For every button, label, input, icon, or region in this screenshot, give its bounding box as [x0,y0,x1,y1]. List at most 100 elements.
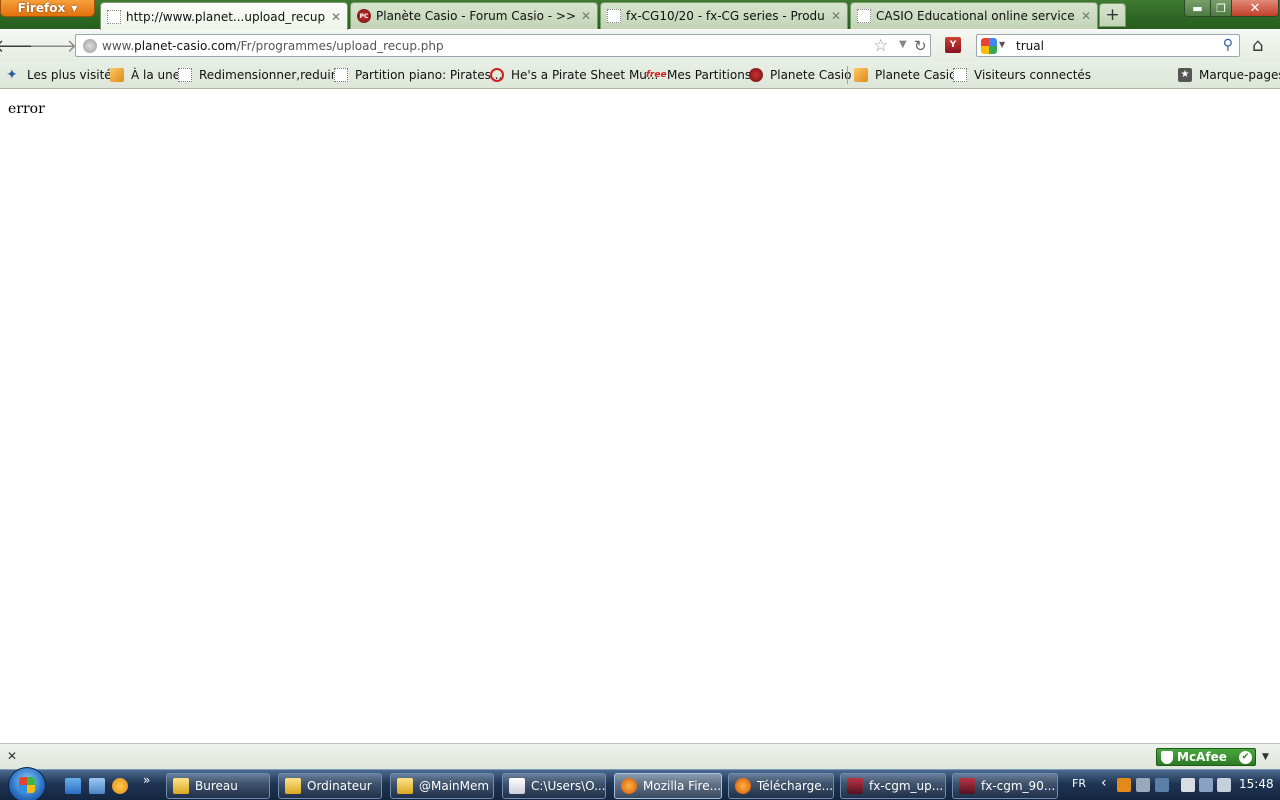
video-icon [847,778,863,794]
taskbar-label: Télécharge... [757,779,834,793]
bookmark-mes-partitions[interactable]: free Mes Partitions [646,67,751,83]
network-icon[interactable] [1199,778,1213,792]
chevron-down-icon[interactable]: ▼ [1262,752,1269,762]
bookmark-partition-piano[interactable]: Partition piano: Pirates... [334,67,502,83]
close-tab-icon[interactable]: ✕ [1081,9,1091,23]
tray-app-icon[interactable] [1136,778,1150,792]
media-player-icon[interactable] [112,778,128,794]
search-input[interactable]: trual [1016,39,1044,53]
forward-button[interactable]: 🡒 [29,35,77,57]
close-tab-icon[interactable]: ✕ [581,9,591,23]
blank-page-icon [953,68,967,82]
home-icon[interactable]: ⌂ [1252,35,1263,56]
taskbar-item-fx-cgm-90[interactable]: fx-cgm_90... [952,773,1058,799]
bookmark-label: He's a Pirate Sheet Mu... [511,68,659,82]
close-window-button[interactable]: ✕ [1231,0,1279,17]
addon-toolbar-icon[interactable]: Y [945,37,961,53]
url-bar[interactable]: www.planet-casio.com/Fr/programmes/uploa… [75,34,931,57]
url-text[interactable]: www.planet-casio.com/Fr/programmes/uploa… [102,39,444,53]
new-tab-button[interactable]: + [1099,3,1126,27]
back-button[interactable]: 🡐 [0,35,42,57]
url-host: planet-casio.com [134,39,237,53]
tab-label: fx-CG10/20 - fx-CG series - Products -..… [626,9,825,23]
volume-icon[interactable] [1217,778,1231,792]
bookmarks-menu-button[interactable]: ★ Marque-pages [1178,67,1280,83]
reload-icon[interactable]: ↻ [914,37,927,55]
close-tab-icon[interactable]: ✕ [831,9,841,23]
planete-casio-icon [749,68,763,82]
close-addon-bar-icon[interactable]: ✕ [7,749,17,763]
bookmark-label: À la une [131,68,181,82]
engine-dropdown-icon[interactable]: ▼ [999,40,1005,49]
rss-icon [854,68,868,82]
tab-fx-cg-products[interactable]: fx-CG10/20 - fx-CG series - Products -..… [600,2,848,29]
start-button[interactable] [8,767,46,800]
tray-app-icon[interactable] [1117,778,1131,792]
quick-launch-more-icon[interactable]: » [143,773,150,787]
google-engine-icon[interactable] [981,38,997,54]
bookmark-planete-casio-feed[interactable]: Planete Casio [854,67,956,83]
bookmark-visiteurs-connectes[interactable]: Visiteurs connectés [953,67,1091,83]
bookmark-redimensionner[interactable]: Redimensionner,reduir... [178,67,346,83]
taskbar-item-cmd-path[interactable]: C:\Users\O... [502,773,606,799]
close-tab-icon[interactable]: ✕ [331,10,341,24]
tab-planete-casio-forum[interactable]: PC Planète Casio - Forum Casio - >>> C..… [350,2,598,29]
taskbar-item-mainmem[interactable]: @MainMem [390,773,494,799]
mcafee-label: McAfee [1177,750,1227,764]
bookmark-a-la-une[interactable]: À la une [110,67,180,83]
taskbar-item-fx-cgm-up[interactable]: fx-cgm_up... [840,773,946,799]
input-language-indicator[interactable]: FR [1072,777,1086,790]
search-icon[interactable]: ⚲ [1223,37,1233,53]
windows-taskbar: » Bureau Ordinateur @MainMem C:\Users\O.… [0,767,1280,800]
taskbar-label: Mozilla Fire... [643,779,722,793]
tab-label: Planète Casio - Forum Casio - >>> C... [376,9,575,23]
power-icon[interactable] [1181,778,1195,792]
firefox-menu-button[interactable]: Firefox ▼ [0,0,95,17]
taskbar-label: C:\Users\O... [531,779,606,793]
shield-icon [1161,750,1173,764]
restore-button[interactable]: ❐ [1210,0,1232,17]
bookmark-pirate-sheet[interactable]: He's a Pirate Sheet Mu... [490,67,658,83]
firefox-icon [621,778,637,794]
tray-app-icon[interactable] [1155,778,1169,792]
bookmarks-toolbar: ✦ Les plus visités À la une Redimensionn… [0,61,1280,89]
mcafee-button[interactable]: McAfee ✔ [1156,748,1256,766]
bookmark-label: Planete Casio [770,68,852,82]
rss-icon [110,68,124,82]
bookmark-separator [847,66,848,84]
bookmark-star-icon[interactable]: ☆ [873,36,888,56]
search-bar[interactable]: ▼ trual ⚲ [976,34,1240,57]
bookmark-most-visited[interactable]: ✦ Les plus visités [6,67,118,83]
tab-casio-educational[interactable]: CASIO Educational online service 30 ... … [850,2,1098,29]
restore-icon: ❐ [1216,1,1226,15]
taskbar-item-mozilla-firefox[interactable]: Mozilla Fire... [614,773,722,799]
blank-page-icon [607,9,621,23]
taskbar-item-ordinateur[interactable]: Ordinateur [278,773,382,799]
notepad-icon [509,778,525,794]
tab-upload-recup[interactable]: http://www.planet...upload_recup.php ✕ [100,2,348,30]
tab-label: CASIO Educational online service 30 ... [876,9,1075,23]
tab-strip: Firefox ▼ http://www.planet...upload_rec… [0,0,1280,30]
free-icon: free [646,70,667,80]
blank-page-icon [334,68,348,82]
taskbar-item-bureau[interactable]: Bureau [166,773,270,799]
addon-bar: ✕ McAfee ✔ ▼ [0,743,1280,769]
folder-icon [173,778,189,794]
pirate-icon [490,68,504,82]
most-visited-icon: ✦ [6,67,18,83]
site-identity-icon[interactable] [83,39,97,53]
tray-chevron-icon[interactable]: ‹ [1101,775,1107,791]
taskbar-item-telechargements[interactable]: Télécharge... [728,773,834,799]
history-dropdown-icon[interactable]: ▼ [899,39,907,50]
taskbar-label: fx-cgm_up... [869,779,944,793]
explorer-icon[interactable] [89,778,105,794]
show-desktop-icon[interactable] [65,778,81,794]
blank-page-icon [178,68,192,82]
blank-page-icon [857,9,871,23]
bookmark-planete-casio[interactable]: Planete Casio [749,67,851,83]
system-clock[interactable]: 15:48 [1239,777,1274,791]
minimize-button[interactable]: ▬ [1184,0,1211,17]
firefox-menu-label: Firefox [17,1,66,15]
tab-label: http://www.planet...upload_recup.php [126,9,325,24]
page-error-text: error [8,101,45,117]
